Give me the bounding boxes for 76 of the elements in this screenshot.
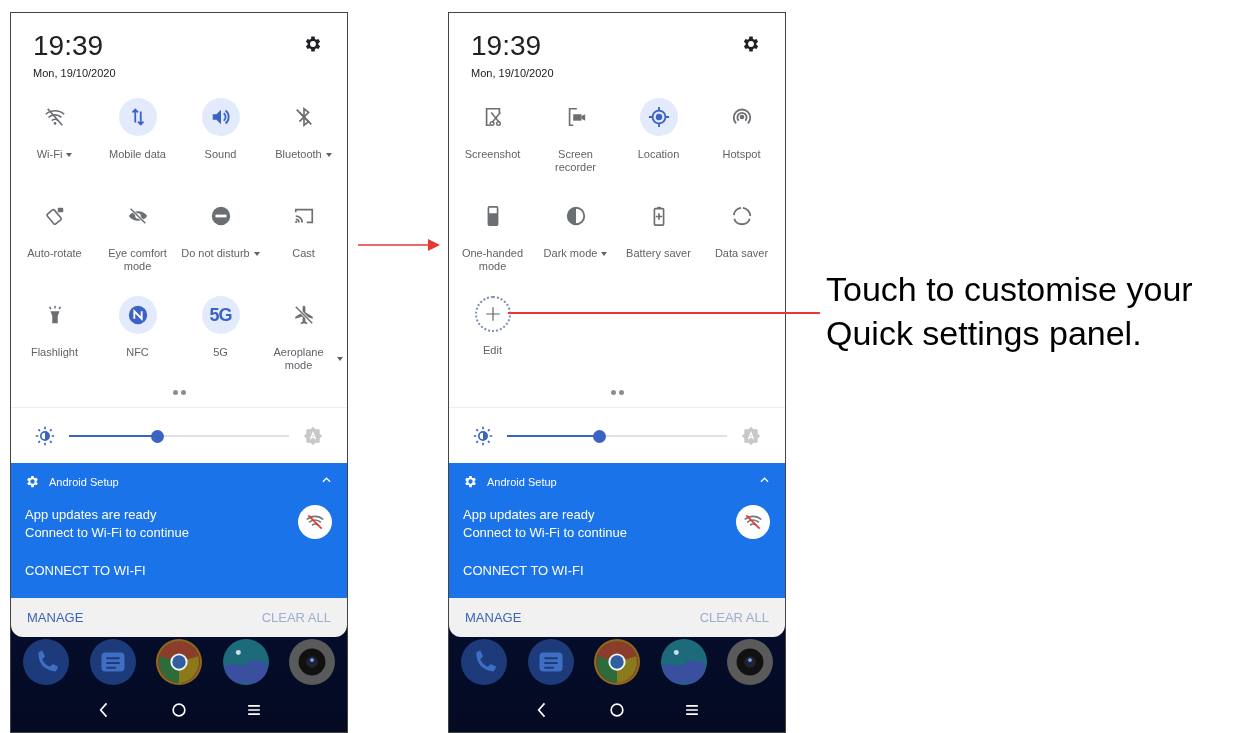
wave-icon[interactable] xyxy=(660,639,707,685)
notification-title: App updates are ready xyxy=(463,507,596,523)
plane-off-icon xyxy=(292,304,315,326)
quick-setting-tile[interactable]: NFC xyxy=(96,296,179,384)
add-tile-icon[interactable] xyxy=(474,296,511,332)
settings-icon xyxy=(25,474,40,489)
collapse-icon[interactable] xyxy=(760,477,769,483)
callout-text: Touch to customise your Quick settings panel. xyxy=(826,269,1194,354)
eye-off-icon xyxy=(126,205,149,227)
app-name: Android Setup xyxy=(487,474,557,489)
wave-icon[interactable] xyxy=(222,639,269,685)
brightness-icon xyxy=(35,425,55,446)
message-icon[interactable] xyxy=(89,639,136,685)
quick-setting-tile[interactable]: 5G 5G xyxy=(179,296,262,384)
home-icon[interactable] xyxy=(169,700,189,720)
minus-circle-icon xyxy=(209,205,232,227)
clock-time: 19:39 xyxy=(33,29,104,63)
notification-title: App updates are ready xyxy=(25,507,158,523)
quick-setting-tile[interactable]: Hotspot xyxy=(700,98,783,197)
quick-setting-tile[interactable]: Cast xyxy=(262,197,345,296)
quick-setting-tile[interactable]: Dark mode xyxy=(534,197,617,296)
settings-icon xyxy=(463,474,478,489)
quick-setting-tile[interactable]: One-handed mode xyxy=(451,197,534,296)
half-circle-icon xyxy=(564,205,587,227)
wifi-off-icon xyxy=(736,505,770,539)
wifi-off-icon xyxy=(43,106,66,128)
manage-button[interactable]: MANAGE xyxy=(27,607,84,628)
notification-text: Connect to Wi-Fi to continue xyxy=(25,525,191,541)
network-badge: 5G xyxy=(201,296,240,334)
phone-icon[interactable] xyxy=(461,639,507,685)
notification-card[interactable]: Android Setup App updates are ready Connect to Wi-Fi to continue CONNECT TO WI-FI xyxy=(449,463,785,598)
quick-setting-tile[interactable]: Data saver xyxy=(700,197,783,296)
clock-time: 19:39 xyxy=(471,29,542,63)
quick-setting-tile[interactable]: Flashlight xyxy=(13,296,96,384)
arrow-icon xyxy=(358,238,440,252)
camera-icon[interactable] xyxy=(727,639,773,685)
quick-setting-tile[interactable]: Auto-rotate xyxy=(13,197,96,296)
settings-icon[interactable] xyxy=(303,34,323,54)
settings-icon[interactable] xyxy=(741,34,761,54)
quick-setting-tile[interactable]: Sound xyxy=(179,98,262,197)
caret-icon xyxy=(337,357,343,361)
quick-setting-tile[interactable]: Battery saver xyxy=(617,197,700,296)
connect-button[interactable]: CONNECT TO WI-FI xyxy=(25,563,146,579)
quick-setting-tile[interactable]: Location xyxy=(617,98,700,197)
slider-thumb[interactable] xyxy=(151,429,164,443)
quick-setting-tile[interactable]: Eye comfort mode xyxy=(96,197,179,296)
ring-icon xyxy=(730,205,753,227)
quick-setting-tile[interactable]: Do not disturb xyxy=(179,197,262,296)
camera-icon[interactable] xyxy=(289,639,335,685)
ring-icon[interactable] xyxy=(594,639,640,685)
ring-icon[interactable] xyxy=(156,639,202,685)
quick-setting-tile[interactable]: Wi-Fi xyxy=(13,98,96,197)
slider-thumb[interactable] xyxy=(593,429,607,443)
caret-icon xyxy=(325,152,332,157)
quick-setting-tile[interactable]: Screenshot xyxy=(451,98,534,197)
connect-button[interactable]: CONNECT TO WI-FI xyxy=(463,563,584,579)
message-icon[interactable] xyxy=(527,639,574,685)
home-icon[interactable] xyxy=(607,700,627,720)
phone-icon[interactable] xyxy=(23,639,69,685)
wifi-off-icon xyxy=(298,505,332,539)
notification-card[interactable]: Android Setup App updates are ready Connect to Wi-Fi to continue CONNECT TO WI-FI xyxy=(11,463,347,598)
caret-icon xyxy=(66,152,73,157)
caret-icon xyxy=(601,251,608,256)
quick-setting-tile[interactable]: Aeroplane mode xyxy=(262,296,345,384)
quick-setting-tile[interactable]: Mobile data xyxy=(96,98,179,197)
rotate-icon xyxy=(43,205,66,227)
date-text: Mon, 19/10/2020 xyxy=(471,66,555,80)
quick-setting-tile[interactable]: Screen recorder xyxy=(534,98,617,197)
app-name: Android Setup xyxy=(49,474,119,489)
collapse-icon[interactable] xyxy=(322,477,331,483)
manage-button[interactable]: MANAGE xyxy=(465,607,522,628)
brightness-icon xyxy=(473,425,493,446)
notification-text: Connect to Wi-Fi to continue xyxy=(463,525,629,541)
date-text: Mon, 19/10/2020 xyxy=(33,66,117,80)
quick-setting-tile[interactable]: Bluetooth xyxy=(262,98,345,197)
caret-icon xyxy=(253,251,260,256)
